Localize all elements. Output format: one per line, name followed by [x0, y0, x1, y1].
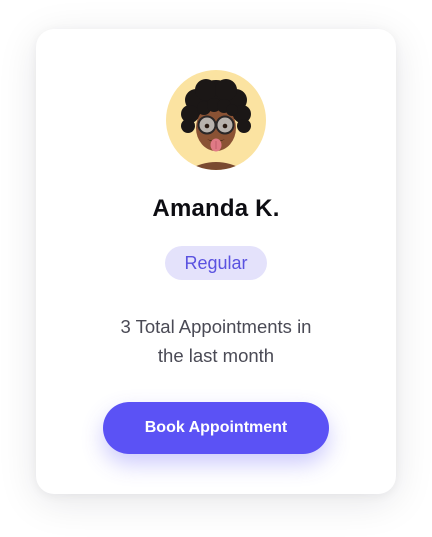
appointments-summary: 3 Total Appointments in the last month	[76, 312, 356, 370]
page: Amanda K. Regular 3 Total Appointments i…	[0, 0, 432, 537]
profile-card: Amanda K. Regular 3 Total Appointments i…	[36, 29, 396, 494]
summary-line-2: the last month	[157, 345, 275, 366]
book-appointment-button[interactable]: Book Appointment	[103, 402, 329, 454]
status-badge: Regular	[165, 246, 267, 280]
user-name: Amanda K.	[152, 195, 280, 222]
memoji-avatar-icon	[181, 79, 251, 170]
avatar	[166, 70, 266, 170]
summary-line-1: 3 Total Appointments in	[120, 316, 312, 337]
